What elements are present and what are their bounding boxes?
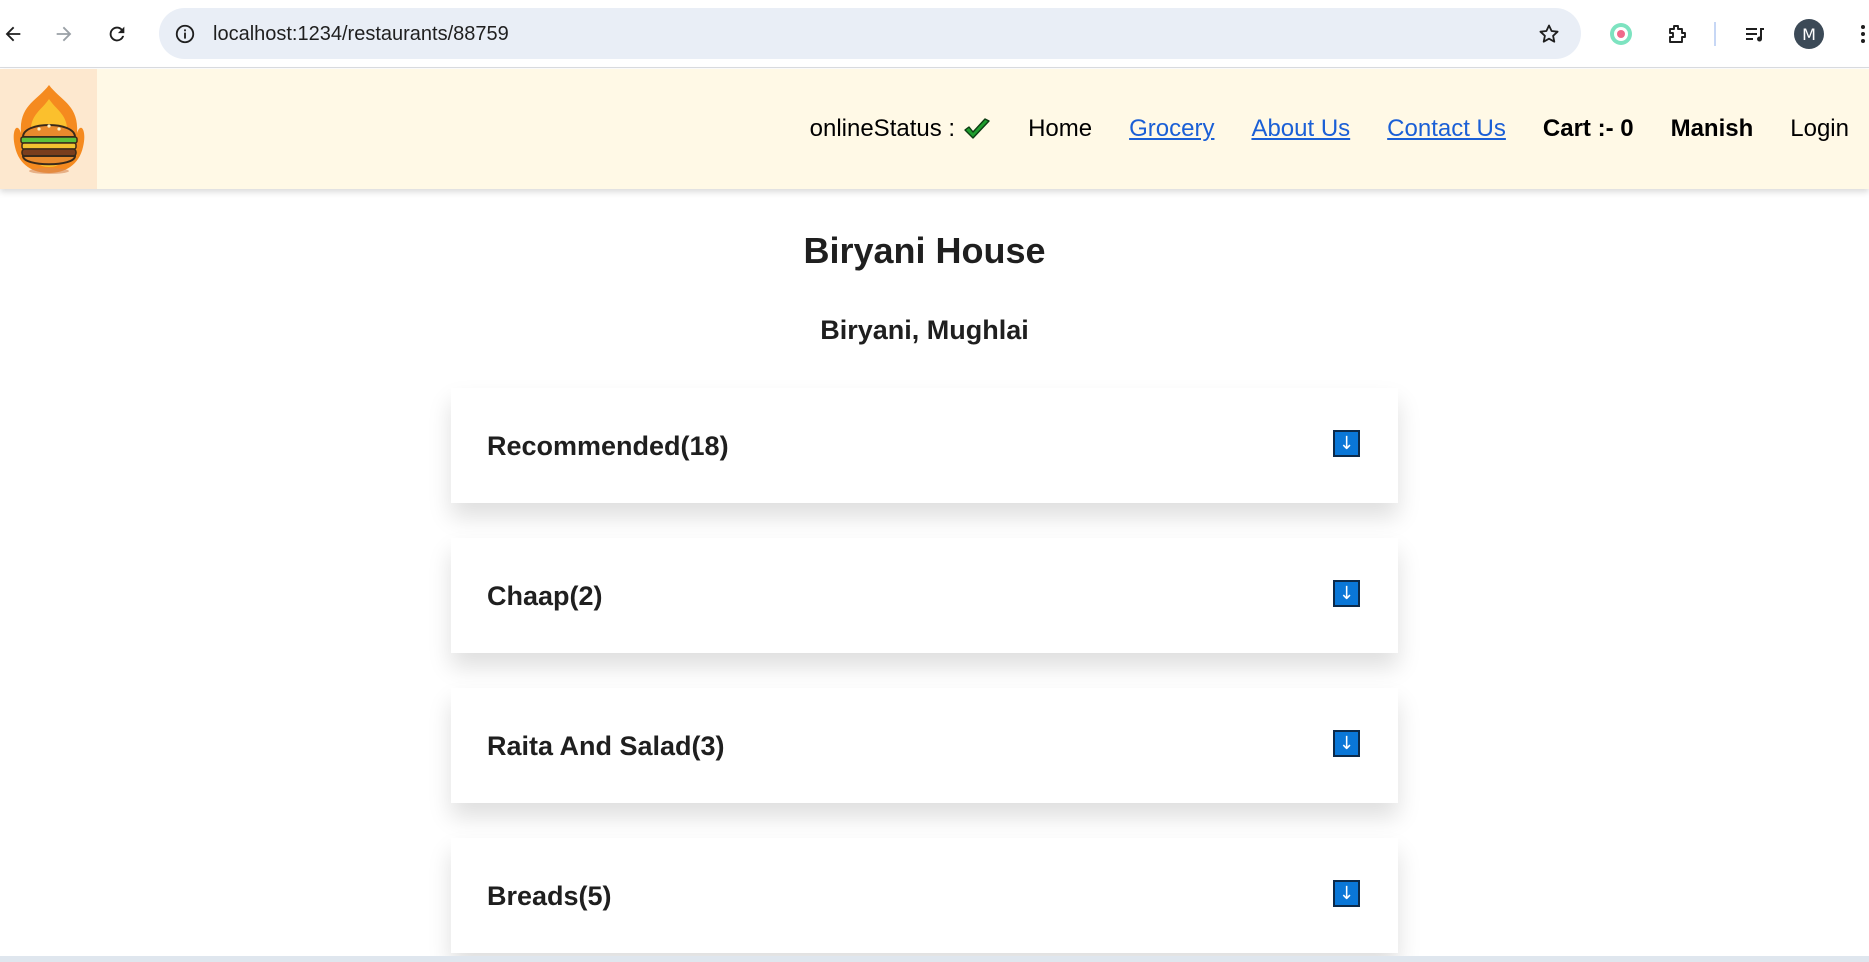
restaurant-name: Biryani House <box>803 230 1046 271</box>
category-title[interactable]: Recommended(18) <box>487 431 729 462</box>
category-title[interactable]: Chaap(2) <box>487 581 603 612</box>
category-title[interactable]: Breads(5) <box>487 881 612 912</box>
category-accordion[interactable]: Raita And Salad(3) ↓ <box>451 688 1398 803</box>
expand-arrow-icon[interactable]: ↓ <box>1333 580 1360 607</box>
site-info-icon[interactable] <box>171 20 199 48</box>
nav-grocery[interactable]: Grocery <box>1129 115 1214 143</box>
expand-arrow-icon[interactable]: ↓ <box>1333 430 1360 457</box>
nav-contact-us[interactable]: Contact Us <box>1387 115 1506 143</box>
restaurant-cuisines: Biryani, Mughlai <box>820 315 1029 345</box>
toolbar-separator <box>1714 22 1716 46</box>
extension-circle-icon[interactable] <box>1604 17 1638 51</box>
browser-menu-icon[interactable] <box>1846 17 1869 51</box>
bottom-strip <box>0 956 1869 962</box>
address-bar[interactable]: localhost:1234/restaurants/88759 <box>159 8 1581 59</box>
nav-cart[interactable]: Cart :- 0 <box>1543 115 1634 143</box>
nav-home[interactable]: Home <box>1028 115 1092 143</box>
bookmark-star-icon[interactable] <box>1535 20 1563 48</box>
profile-avatar[interactable]: M <box>1794 19 1824 49</box>
forward-arrow-icon[interactable] <box>47 17 81 51</box>
browser-toolbar: localhost:1234/restaurants/88759 M <box>0 0 1869 68</box>
app-header: onlineStatus : Home Grocery About Us Con… <box>0 69 1869 189</box>
category-title[interactable]: Raita And Salad(3) <box>487 731 725 762</box>
back-arrow-icon[interactable] <box>0 17 30 51</box>
burger-logo-icon <box>13 85 84 174</box>
online-status: onlineStatus : <box>810 115 991 143</box>
nav-menu: onlineStatus : Home Grocery About Us Con… <box>773 69 1849 189</box>
user-name: Manish <box>1670 115 1754 142</box>
check-icon <box>964 118 990 139</box>
expand-arrow-icon[interactable]: ↓ <box>1333 730 1360 757</box>
online-status-label: onlineStatus : <box>809 115 956 142</box>
url-text[interactable]: localhost:1234/restaurants/88759 <box>213 23 509 46</box>
category-accordion[interactable]: Recommended(18) ↓ <box>451 388 1398 503</box>
media-queue-icon[interactable] <box>1738 17 1772 51</box>
nav-about-us[interactable]: About Us <box>1251 115 1350 143</box>
category-accordion[interactable]: Chaap(2) ↓ <box>451 538 1398 653</box>
logo[interactable] <box>0 69 97 189</box>
extensions-puzzle-icon[interactable] <box>1660 17 1694 51</box>
expand-arrow-icon[interactable]: ↓ <box>1333 880 1360 907</box>
category-accordion[interactable]: Breads(5) ↓ <box>451 838 1398 953</box>
login-button[interactable]: Login <box>1790 115 1849 143</box>
reload-icon[interactable] <box>100 17 134 51</box>
